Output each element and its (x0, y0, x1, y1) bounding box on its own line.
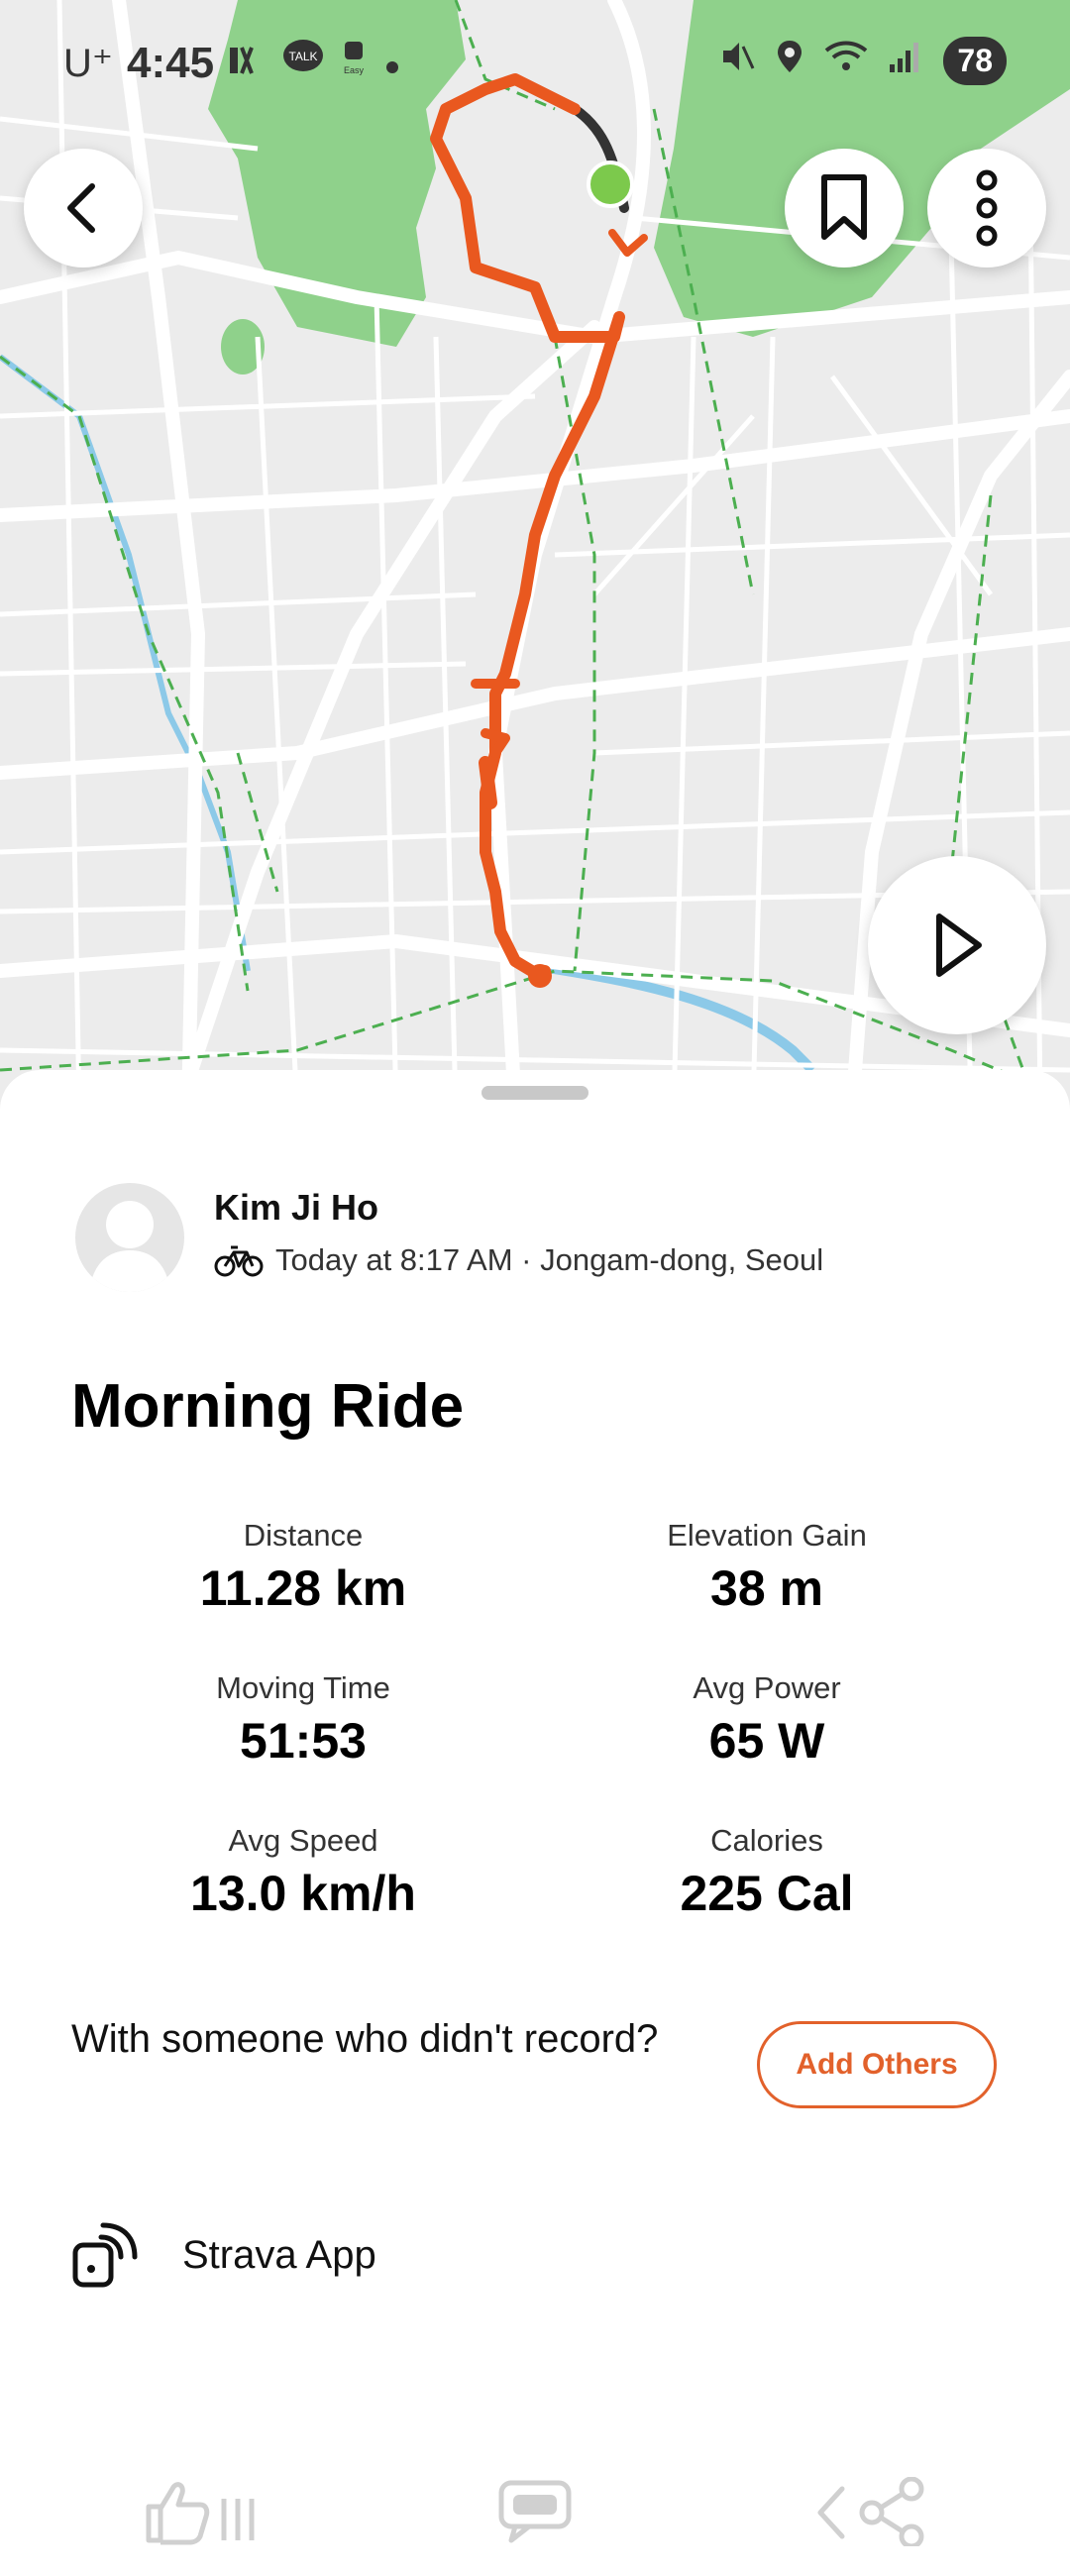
bicycle-icon (214, 1245, 264, 1277)
stat-avg-speed: Avg Speed 13.0 km/h (75, 1823, 531, 1922)
stat-label: Moving Time (216, 1670, 390, 1705)
athlete-name[interactable]: Kim Ji Ho (214, 1187, 378, 1229)
stat-calories: Calories 225 Cal (539, 1823, 995, 1922)
add-others-button[interactable]: Add Others (757, 2021, 997, 2108)
default-avatar-icon (89, 1201, 170, 1292)
device-signal-icon (72, 2222, 138, 2288)
stat-value: 65 W (708, 1713, 825, 1769)
signal-1x-icon (228, 39, 268, 88)
wifi-icon (824, 36, 868, 85)
easy-icon: Easy (339, 38, 369, 88)
device-name: Strava App (182, 2232, 376, 2277)
stat-distance: Distance 11.28 km (75, 1518, 531, 1617)
activity-time-location: Today at 8:17 AM · Jongam-dong, Seoul (275, 1242, 824, 1277)
route-track (430, 73, 648, 982)
comment-button[interactable] (495, 2477, 575, 2551)
location-icon (775, 36, 804, 85)
svg-text:Easy: Easy (344, 65, 365, 75)
cell-signal-icon (888, 36, 923, 85)
bookmark-icon (821, 174, 867, 240)
share-icon (817, 2476, 924, 2549)
stat-elevation-gain: Elevation Gain 38 m (539, 1518, 995, 1617)
svg-text:TALK: TALK (289, 50, 318, 63)
activity-sheet: Kim Ji Ho Today at 8:17 AM · Jongam-dong… (0, 1070, 1070, 2549)
carrier-label: U⁺ (63, 41, 113, 85)
back-button[interactable] (24, 149, 143, 268)
stat-label: Calories (710, 1823, 823, 1858)
battery-level: 78 (943, 36, 1007, 85)
stat-value: 51:53 (240, 1713, 367, 1769)
stat-value: 225 Cal (680, 1866, 854, 1921)
bookmark-button[interactable] (785, 149, 904, 268)
stat-label: Avg Speed (228, 1823, 378, 1858)
stat-value: 38 m (710, 1560, 823, 1616)
stat-value: 11.28 km (199, 1560, 407, 1616)
stat-value: 13.0 km/h (190, 1866, 416, 1921)
activity-title: Morning Ride (71, 1372, 465, 1441)
activity-meta: Today at 8:17 AM · Jongam-dong, Seoul (214, 1242, 823, 1278)
more-options-button[interactable] (927, 149, 1046, 268)
share-button[interactable] (812, 2476, 931, 2551)
stat-label: Elevation Gain (667, 1518, 867, 1553)
stat-moving-time: Moving Time 51:53 (75, 1670, 531, 1770)
back-arrow-icon (67, 183, 95, 233)
group-activity-prompt: With someone who didn't record? (71, 2017, 659, 2061)
sheet-drag-handle[interactable] (482, 1086, 588, 1100)
comment-icon (498, 2480, 572, 2543)
play-flyover-button[interactable] (868, 856, 1046, 1034)
route-end-marker (587, 161, 634, 208)
avatar[interactable] (75, 1183, 184, 1292)
bottom-action-bar (0, 2457, 1070, 2576)
clock-time: 4:45 (127, 38, 215, 87)
mute-icon (719, 36, 755, 85)
play-icon (936, 913, 982, 977)
more-vertical-icon (976, 169, 998, 247)
route-start-marker (528, 964, 552, 988)
stat-label: Distance (243, 1518, 364, 1553)
recording-device[interactable]: Strava App (71, 2219, 376, 2291)
status-bar: U⁺ 4:45 TALK Easy 78 (0, 0, 1070, 119)
stat-avg-power: Avg Power 65 W (539, 1670, 995, 1770)
kudos-button[interactable] (143, 2477, 262, 2551)
kudos-thumbs-up-icon (146, 2482, 255, 2545)
stat-label: Avg Power (693, 1670, 841, 1705)
stream (0, 354, 251, 972)
dot-icon (382, 39, 402, 88)
kakaotalk-icon: TALK (281, 38, 325, 88)
